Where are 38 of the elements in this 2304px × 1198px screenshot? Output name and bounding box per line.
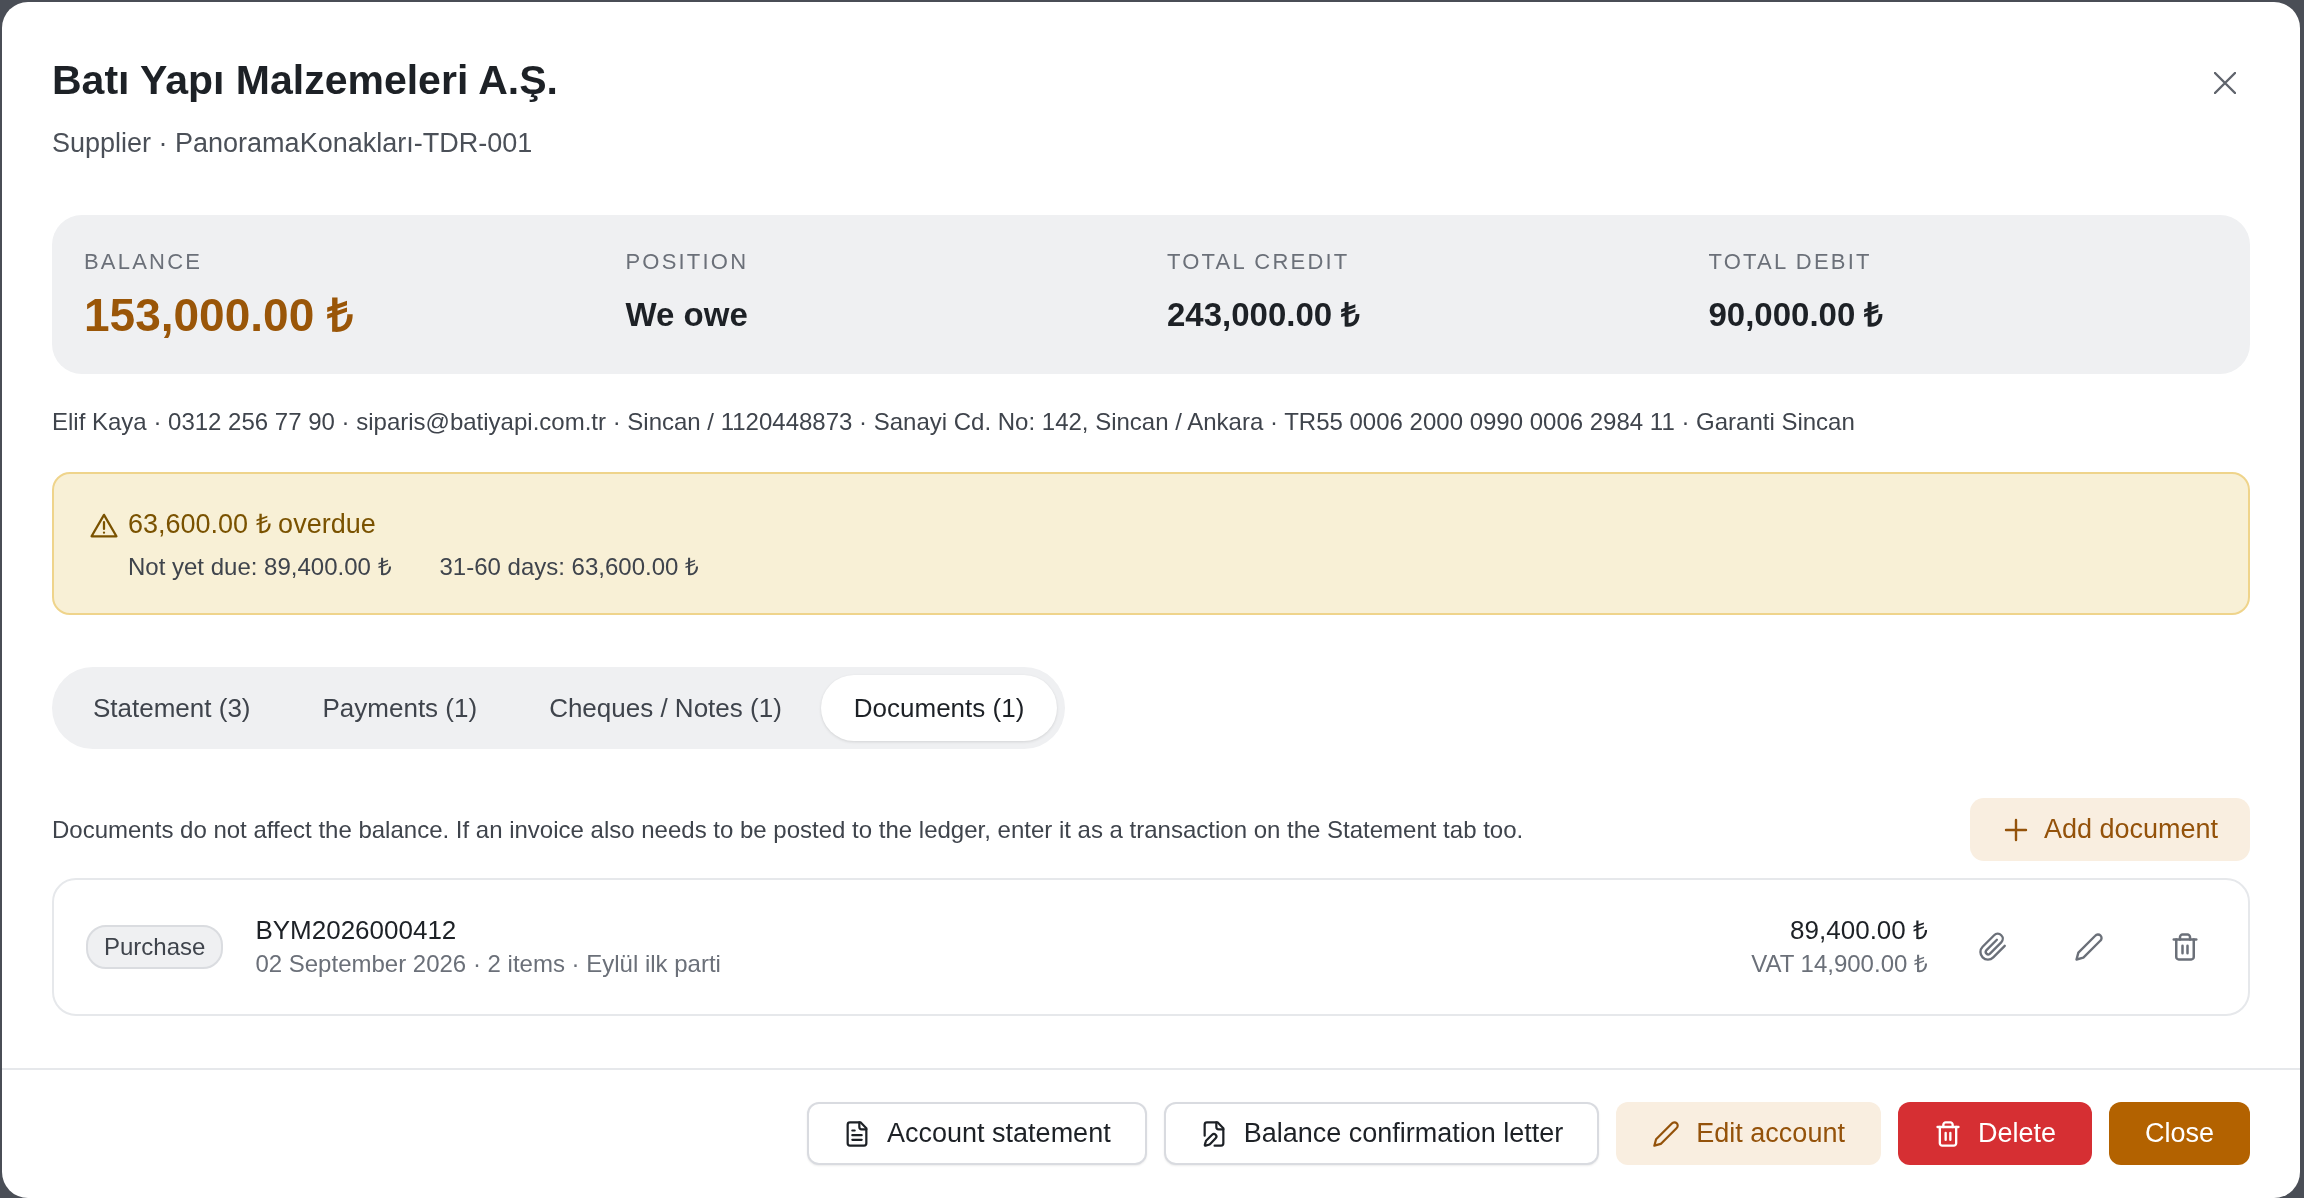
trash-icon [1933,1119,1962,1148]
tab[interactable]: Documents (1) [820,675,1058,741]
pencil-icon[interactable] [2074,932,2104,962]
delete-button[interactable]: Delete [1897,1102,2092,1165]
documents-note: Documents do not affect the balance. If an invoice also needs to be posted to the ledger, enter it as a transaction on the Statement tab too. [52,814,1524,845]
close-icon[interactable] [2214,72,2236,94]
paperclip-icon[interactable] [1978,932,2008,962]
aging-amount: 31-60 days: 63,600.00 ₺ [439,552,700,582]
document-type-badge: Purchase [86,925,224,969]
account-statement-button[interactable]: Account statement [807,1102,1147,1165]
overdue-total: 63,600.00 ₺ overdue [128,508,377,541]
document-amount: 89,400.00 ₺ [1789,914,1928,947]
close-button[interactable]: Close [2108,1102,2250,1165]
dialog-subtitle: Supplier · PanoramaKonakları-TDR-001 [52,127,534,160]
summary-value: 243,000.00 ₺ [1167,295,1362,335]
plus-icon [2003,817,2028,842]
aging-amount: Not yet due: 89,400.00 ₺ [128,552,392,582]
document-vat: VAT 14,900.00 ₺ [1751,949,1928,979]
summary-label: TOTAL CREDIT [1167,249,1351,275]
edit-account-button[interactable]: Edit account [1616,1102,1881,1165]
summary-value: 153,000.00 ₺ [84,291,354,339]
document-details: 02 September 2026 · 2 items · Eylül ilk parti [255,949,722,979]
trash-icon[interactable] [2170,932,2200,962]
document-number: BYM2026000412 [255,914,458,947]
dialog-title: Batı Yapı Malzemeleri A.Ş. [52,56,558,104]
summary-label: BALANCE [84,249,204,275]
add-document-button[interactable]: Add document [1969,798,2250,861]
tab[interactable]: Payments (1) [289,675,511,741]
summary-value: 90,000.00 ₺ [1708,295,1885,335]
warning-icon [90,512,118,538]
pencil-icon [1652,1119,1681,1148]
balance-letter-button[interactable]: Balance confirmation letter [1163,1102,1600,1165]
summary-value: We owe [625,295,749,335]
tab[interactable]: Statement (3) [60,675,284,741]
tab[interactable]: Cheques / Notes (1) [516,675,815,741]
summary-label: TOTAL DEBIT [1708,249,1873,275]
contact-details: Elif Kaya · 0312 256 77 90 · siparis@batiyapi.com.tr · Sincan / 1120448873 · Sanayi Cd. No: 142, Sincan / Ankara · TR55 0006 2000 0990 0006 2984 11 · Garanti Sincan [52,407,1856,437]
summary-label: POSITION [625,249,750,275]
